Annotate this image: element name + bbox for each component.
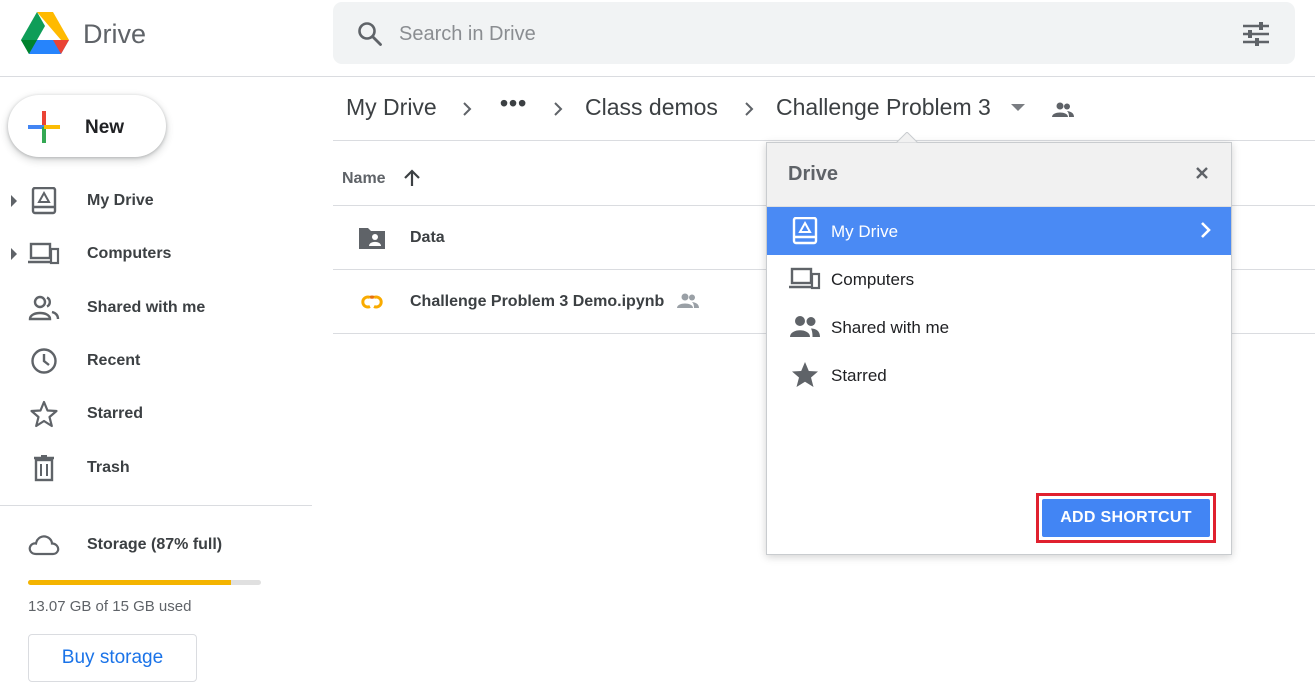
caret-down-icon[interactable]	[1011, 104, 1025, 112]
trash-icon	[28, 454, 60, 482]
storage-usage-fill	[28, 580, 231, 585]
file-name: Data	[410, 229, 445, 246]
chevron-right-icon	[461, 100, 473, 118]
chevron-right-icon	[552, 100, 564, 118]
shared-folder-icon	[357, 225, 387, 251]
my-drive-icon	[28, 187, 60, 215]
dialog-title: Drive	[788, 163, 839, 185]
filter-options-icon[interactable]	[1241, 20, 1271, 48]
cloud-icon	[28, 531, 60, 559]
column-header-name[interactable]: Name	[342, 170, 386, 188]
computers-icon	[789, 265, 821, 293]
sidebar-item-label: Shared with me	[87, 299, 206, 316]
file-name: Challenge Problem 3 Demo.ipynb	[410, 293, 665, 310]
breadcrumb: My Drive ••• Class demos Challenge Probl…	[333, 88, 1293, 130]
sidebar-item-trash[interactable]: Trash	[0, 443, 300, 493]
storage-label: Storage (87% full)	[87, 536, 223, 553]
sidebar-item-starred[interactable]: Starred	[0, 389, 300, 439]
product-name: Drive	[83, 19, 147, 49]
dialog-item-label: Starred	[831, 366, 887, 385]
dialog-item-starred[interactable]: Starred	[767, 351, 1231, 399]
sidebar-item-label: My Drive	[87, 192, 154, 209]
dialog-item-label: Shared with me	[831, 318, 950, 337]
file-row-data[interactable]: Data	[333, 207, 766, 269]
people-icon	[789, 313, 821, 341]
buy-storage-button[interactable]: Buy storage	[28, 634, 197, 682]
new-button[interactable]: New	[8, 95, 166, 157]
dialog-header: Drive	[767, 143, 1231, 207]
breadcrumb-more-button[interactable]: •••	[500, 90, 527, 117]
top-bar: Drive	[0, 0, 1315, 77]
add-shortcut-button[interactable]: ADD SHORTCUT	[1042, 499, 1210, 537]
sidebar-item-shared-with-me[interactable]: Shared with me	[0, 283, 300, 333]
breadcrumb-item-current-folder[interactable]: Challenge Problem 3	[776, 94, 991, 121]
breadcrumb-divider	[333, 140, 1315, 141]
sidebar-item-my-drive[interactable]: My Drive	[0, 176, 300, 226]
expand-caret-icon[interactable]	[10, 195, 18, 207]
breadcrumb-item-class-demos[interactable]: Class demos	[585, 94, 718, 121]
shared-folder-people-icon[interactable]	[1052, 102, 1074, 118]
search-input[interactable]	[399, 16, 1159, 52]
star-icon	[789, 361, 821, 389]
dialog-item-label: My Drive	[831, 222, 899, 241]
new-label: New	[85, 117, 125, 138]
dialog-item-shared-with-me[interactable]: Shared with me	[767, 303, 1231, 351]
people-icon	[28, 294, 60, 322]
dialog-item-computers[interactable]: Computers	[767, 255, 1231, 303]
sidebar-item-label: Trash	[87, 459, 130, 476]
sidebar-item-computers[interactable]: Computers	[0, 229, 300, 279]
sidebar-item-label: Computers	[87, 245, 172, 262]
clock-icon	[28, 347, 60, 375]
dialog-item-my-drive[interactable]: My Drive	[767, 207, 1231, 255]
dialog-item-label: Computers	[831, 270, 915, 289]
sidebar-item-label: Recent	[87, 352, 141, 369]
sidebar-item-recent[interactable]: Recent	[0, 336, 300, 386]
chevron-right-icon[interactable]	[1199, 221, 1211, 239]
storage-usage-bar	[28, 580, 261, 585]
expand-caret-icon[interactable]	[10, 248, 18, 260]
star-outline-icon	[28, 400, 60, 428]
sidebar-divider	[0, 505, 312, 506]
computers-icon	[28, 240, 60, 268]
plus-icon	[26, 109, 62, 145]
close-icon[interactable]	[1193, 164, 1211, 182]
sidebar-item-label: Starred	[87, 405, 144, 422]
colab-icon	[357, 289, 387, 315]
my-drive-icon	[789, 217, 821, 245]
sort-ascending-arrow-icon[interactable]	[402, 168, 422, 188]
shared-people-icon	[677, 293, 699, 309]
google-drive-logo[interactable]	[20, 11, 70, 55]
breadcrumb-item-my-drive[interactable]: My Drive	[346, 94, 437, 121]
search-icon[interactable]	[357, 21, 383, 47]
chevron-right-icon	[743, 100, 755, 118]
dialog-pointer	[896, 132, 918, 144]
search-bar[interactable]	[333, 2, 1295, 64]
sidebar-item-storage[interactable]: Storage (87% full)	[0, 520, 300, 566]
file-row-challenge-problem-3-demo[interactable]: Challenge Problem 3 Demo.ipynb	[333, 271, 766, 333]
storage-usage-text: 13.07 GB of 15 GB used	[28, 598, 192, 615]
